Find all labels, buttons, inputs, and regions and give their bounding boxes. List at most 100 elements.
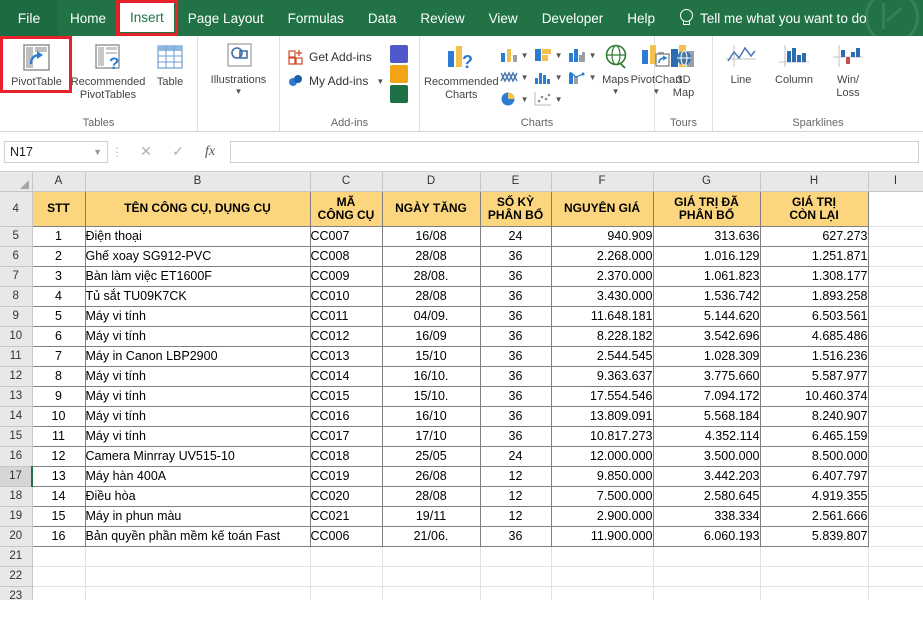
cell-conlai[interactable]: 8.240.907 — [760, 406, 868, 426]
cell-empty[interactable] — [310, 546, 382, 566]
tell-me-box[interactable]: Tell me what you want to do — [667, 0, 867, 36]
row-header[interactable]: 18 — [0, 486, 32, 506]
chart-statistic-button[interactable]: ▼ — [533, 66, 567, 88]
cell-nguyen[interactable]: 17.554.546 — [551, 386, 653, 406]
cell-ngay[interactable]: 15/10. — [382, 386, 480, 406]
cell-nguyen[interactable]: 7.500.000 — [551, 486, 653, 506]
select-all-corner[interactable] — [0, 172, 32, 191]
cell-I[interactable] — [868, 326, 923, 346]
column-header-G[interactable]: G — [653, 172, 760, 191]
recommended-pivottables-button[interactable]: ? Recommended PivotTables — [69, 39, 147, 101]
cell-I[interactable] — [868, 366, 923, 386]
chart-scatter-button[interactable]: ▼ — [533, 88, 567, 110]
cell-ma[interactable]: CC018 — [310, 446, 382, 466]
cell-conlai[interactable]: 1.308.177 — [760, 266, 868, 286]
cell-empty[interactable] — [480, 566, 551, 586]
cell-nguyen[interactable]: 13.809.091 — [551, 406, 653, 426]
cell-ma[interactable]: CC008 — [310, 246, 382, 266]
cell-ten[interactable]: Tủ sắt TU09K7CK — [85, 286, 310, 306]
cell-daphanbo[interactable]: 2.580.645 — [653, 486, 760, 506]
cell-ten[interactable]: Máy vi tính — [85, 386, 310, 406]
column-header-A[interactable]: A — [32, 172, 85, 191]
row-header[interactable]: 13 — [0, 386, 32, 406]
cell-ma[interactable]: CC011 — [310, 306, 382, 326]
cell-daphanbo[interactable]: 4.352.114 — [653, 426, 760, 446]
row-header[interactable]: 15 — [0, 426, 32, 446]
chevron-down-icon[interactable]: ▼ — [521, 74, 529, 82]
cell-empty[interactable] — [653, 586, 760, 600]
cell-I[interactable] — [868, 526, 923, 546]
cell-ma[interactable]: CC020 — [310, 486, 382, 506]
cell-nguyen[interactable]: 12.000.000 — [551, 446, 653, 466]
row-header[interactable]: 5 — [0, 226, 32, 246]
cell-nguyen[interactable]: 2.370.000 — [551, 266, 653, 286]
row-header[interactable]: 7 — [0, 266, 32, 286]
cell-daphanbo[interactable]: 1.028.309 — [653, 346, 760, 366]
cell-stt[interactable]: 10 — [32, 406, 85, 426]
cell-empty[interactable] — [32, 566, 85, 586]
cell-I[interactable] — [868, 426, 923, 446]
cell-daphanbo[interactable]: 3.775.660 — [653, 366, 760, 386]
chart-pie-button[interactable]: ▼ — [499, 88, 533, 110]
cell-stt[interactable]: 4 — [32, 286, 85, 306]
cell-I[interactable] — [868, 386, 923, 406]
column-header-C[interactable]: C — [310, 172, 382, 191]
cell-empty[interactable] — [551, 546, 653, 566]
my-addins-button[interactable]: My Add-ins ▼ — [284, 69, 388, 93]
tab-page-layout[interactable]: Page Layout — [176, 0, 276, 36]
row-header[interactable]: 10 — [0, 326, 32, 346]
cell-ten[interactable]: Máy vi tính — [85, 366, 310, 386]
cell-I[interactable] — [868, 286, 923, 306]
get-addins-button[interactable]: Get Add-ins — [284, 45, 388, 69]
tab-review[interactable]: Review — [408, 0, 476, 36]
cell-ten[interactable]: Máy hàn 400A — [85, 466, 310, 486]
cell-nguyen[interactable]: 11.648.181 — [551, 306, 653, 326]
cell-stt[interactable]: 16 — [32, 526, 85, 546]
row-header[interactable]: 16 — [0, 446, 32, 466]
cell-conlai[interactable]: 6.465.159 — [760, 426, 868, 446]
chevron-down-icon[interactable]: ▼ — [521, 52, 529, 60]
cell-empty[interactable] — [760, 566, 868, 586]
cell-ngay[interactable]: 28/08 — [382, 486, 480, 506]
cell-ngay[interactable]: 25/05 — [382, 446, 480, 466]
chart-hierarchy-button[interactable]: ▼ — [567, 44, 601, 66]
cell-ten[interactable]: Máy in phun màu — [85, 506, 310, 526]
cell-soky[interactable]: 24 — [480, 446, 551, 466]
chevron-down-icon[interactable]: ▼ — [555, 74, 563, 82]
chevron-down-icon[interactable]: ▼ — [589, 74, 597, 82]
cell-stt[interactable]: 3 — [32, 266, 85, 286]
tab-file[interactable]: File — [0, 0, 58, 36]
cell-I[interactable] — [868, 226, 923, 246]
cell-soky[interactable]: 24 — [480, 226, 551, 246]
row-header[interactable]: 9 — [0, 306, 32, 326]
chevron-down-icon[interactable]: ▼ — [376, 78, 384, 86]
cell-stt[interactable]: 8 — [32, 366, 85, 386]
chart-combo-button[interactable]: ▼ — [567, 66, 601, 88]
cell-empty[interactable] — [760, 546, 868, 566]
column-header-B[interactable]: B — [85, 172, 310, 191]
tab-insert[interactable]: Insert — [120, 3, 174, 32]
row-header[interactable]: 17 — [0, 466, 32, 486]
chevron-down-icon[interactable]: ▼ — [93, 147, 102, 157]
3d-map-button[interactable]: 3D Map — [659, 39, 708, 99]
row-header[interactable]: 11 — [0, 346, 32, 366]
addin-tile-visio-icon[interactable] — [390, 45, 408, 63]
cell-empty[interactable] — [653, 546, 760, 566]
cell-I[interactable] — [868, 466, 923, 486]
chart-waterfall-button[interactable]: ▼ — [499, 66, 533, 88]
cell-conlai[interactable]: 1.516.236 — [760, 346, 868, 366]
name-box[interactable]: N17 ▼ — [4, 141, 108, 163]
cell-conlai[interactable]: 5.839.807 — [760, 526, 868, 546]
cell-ma[interactable]: CC013 — [310, 346, 382, 366]
cell-empty[interactable] — [760, 586, 868, 600]
cell-conlai[interactable]: 1.251.871 — [760, 246, 868, 266]
cell-conlai[interactable]: 1.893.258 — [760, 286, 868, 306]
cell-I[interactable] — [868, 266, 923, 286]
column-header-F[interactable]: F — [551, 172, 653, 191]
cell-ngay[interactable]: 28/08 — [382, 246, 480, 266]
cell-ma[interactable]: CC006 — [310, 526, 382, 546]
cell-daphanbo[interactable]: 1.536.742 — [653, 286, 760, 306]
cell-soky[interactable]: 12 — [480, 506, 551, 526]
sparkline-line-button[interactable]: Line — [717, 39, 765, 87]
row-header[interactable]: 19 — [0, 506, 32, 526]
